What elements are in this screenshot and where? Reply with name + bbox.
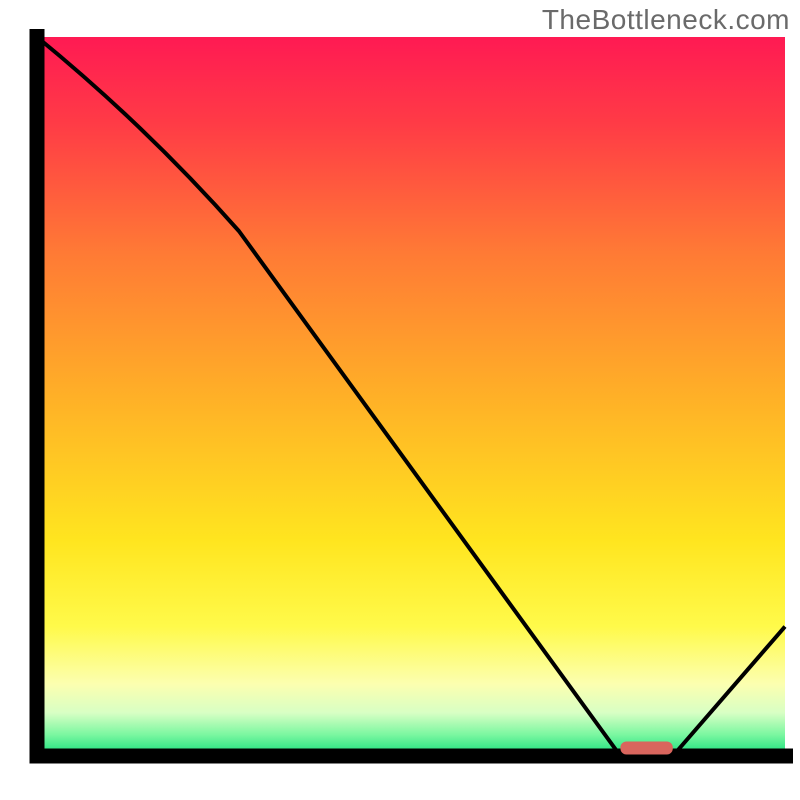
bottleneck-chart: [0, 0, 800, 800]
chart-container: { "watermark": "TheBottleneck.com", "cha…: [0, 0, 800, 800]
watermark-text: TheBottleneck.com: [542, 4, 790, 36]
plot-background: [37, 37, 785, 756]
optimal-range-marker: [620, 742, 672, 755]
